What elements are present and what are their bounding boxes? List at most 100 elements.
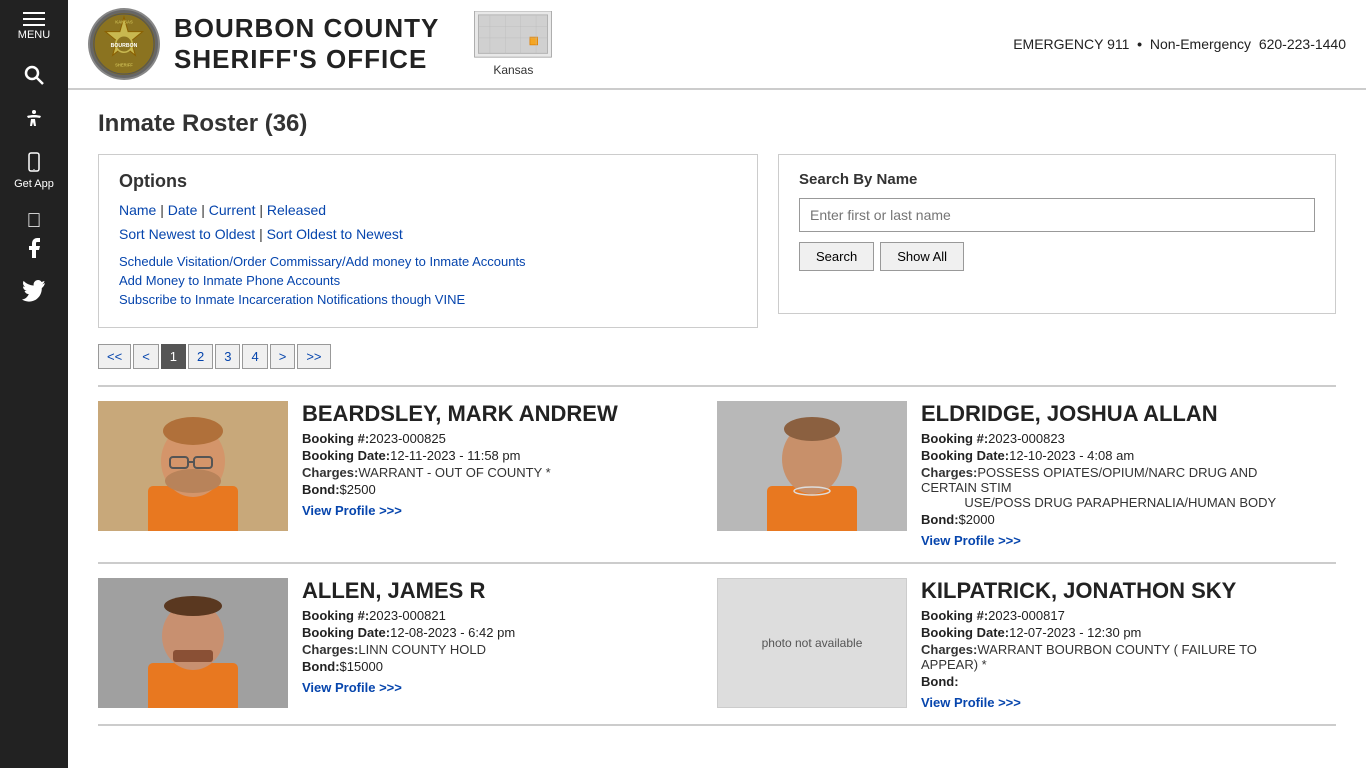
search-box: Search By Name Search Show All xyxy=(778,154,1336,314)
kansas-map-svg xyxy=(473,11,553,61)
booking-num-allen: Booking #:2023-000821 xyxy=(302,608,697,623)
inmate-photo-allen xyxy=(98,578,288,708)
view-profile-allen[interactable]: View Profile >>> xyxy=(302,680,402,695)
search-title: Search By Name xyxy=(799,171,1315,188)
sidebar: MENU Get App  xyxy=(0,0,68,768)
menu-button[interactable]: MENU xyxy=(0,0,68,53)
filter-date-link[interactable]: Date xyxy=(168,202,198,218)
charges-allen: Charges:LINN COUNTY HOLD xyxy=(302,642,697,657)
emergency-info: EMERGENCY 911 • Non-Emergency 620-223-14… xyxy=(1013,36,1346,52)
inmate-info-beardsley: BEARDSLEY, MARK ANDREW Booking #:2023-00… xyxy=(302,401,697,548)
accessibility-button[interactable] xyxy=(0,97,68,141)
inmate-info-allen: ALLEN, JAMES R Booking #:2023-000821 Boo… xyxy=(302,578,697,710)
booking-num-beardsley: Booking #:2023-000825 xyxy=(302,431,697,446)
search-input[interactable] xyxy=(799,198,1315,232)
charges-beardsley: Charges:WARRANT - OUT OF COUNTY * xyxy=(302,465,697,480)
hamburger-icon xyxy=(23,12,45,26)
twitter-button[interactable] xyxy=(0,270,68,314)
view-profile-kilpatrick[interactable]: View Profile >>> xyxy=(921,695,1021,710)
kansas-map: Kansas xyxy=(473,11,553,77)
header: BOURBON SHERIFF KANSAS BOURBON COUNTY SH… xyxy=(68,0,1366,90)
main-content: Inmate Roster (36) Options Name | Date |… xyxy=(68,90,1366,746)
nonemergency-phone: 620-223-1440 xyxy=(1259,36,1346,52)
inmate-mugshot-eldridge xyxy=(717,401,907,531)
next-page-btn[interactable]: > xyxy=(270,344,296,369)
get-app-label: Get App xyxy=(14,178,54,190)
nonemergency-label: Non-Emergency xyxy=(1150,36,1251,52)
bond-allen: Bond:$15000 xyxy=(302,659,697,674)
last-page-btn[interactable]: >> xyxy=(297,344,330,369)
agency-name-line2: SHERIFF'S OFFICE xyxy=(174,44,439,75)
page-3-btn[interactable]: 3 xyxy=(215,344,240,369)
twitter-icon xyxy=(22,280,46,304)
page-4-btn[interactable]: 4 xyxy=(242,344,267,369)
booking-num-eldridge: Booking #:2023-000823 xyxy=(921,431,1316,446)
sort-oldest-link[interactable]: Sort Oldest to Newest xyxy=(267,226,403,242)
sheriff-logo: BOURBON SHERIFF KANSAS xyxy=(88,8,160,80)
booking-date-allen: Booking Date:12-08-2023 - 6:42 pm xyxy=(302,625,697,640)
search-icon xyxy=(22,63,46,87)
bond-eldridge: Bond:$2000 xyxy=(921,512,1316,527)
view-profile-beardsley[interactable]: View Profile >>> xyxy=(302,503,402,518)
schedule-visitation-link[interactable]: Schedule Visitation/Order Commissary/Add… xyxy=(119,254,737,269)
sort-links: Sort Newest to Oldest | Sort Oldest to N… xyxy=(119,226,737,242)
page-2-btn[interactable]: 2 xyxy=(188,344,213,369)
filter-released-link[interactable]: Released xyxy=(267,202,326,218)
filter-name-link[interactable]: Name xyxy=(119,202,156,218)
facebook-button[interactable]:  xyxy=(0,200,68,270)
inmate-info-kilpatrick: KILPATRICK, JONATHON SKY Booking #:2023-… xyxy=(921,578,1316,710)
menu-label: MENU xyxy=(18,29,50,41)
inmate-photo-kilpatrick: photo not available xyxy=(717,578,907,708)
accessibility-icon xyxy=(22,107,46,131)
state-label: Kansas xyxy=(493,63,533,77)
booking-date-beardsley: Booking Date:12-11-2023 - 11:58 pm xyxy=(302,448,697,463)
inmate-photo-eldridge xyxy=(717,401,907,531)
svg-text:SHERIFF: SHERIFF xyxy=(115,63,133,68)
list-item: ALLEN, JAMES R Booking #:2023-000821 Boo… xyxy=(98,578,717,710)
first-page-btn[interactable]: << xyxy=(98,344,131,369)
booking-date-kilpatrick: Booking Date:12-07-2023 - 12:30 pm xyxy=(921,625,1316,640)
agency-name-line1: BOURBON COUNTY xyxy=(174,13,439,44)
search-button-submit[interactable]: Search xyxy=(799,242,874,271)
prev-page-btn[interactable]: < xyxy=(133,344,159,369)
header-left: BOURBON SHERIFF KANSAS BOURBON COUNTY SH… xyxy=(88,8,553,80)
phone-icon xyxy=(22,151,46,175)
bond-kilpatrick: Bond: xyxy=(921,674,1316,689)
booking-num-kilpatrick: Booking #:2023-000817 xyxy=(921,608,1316,623)
search-button[interactable] xyxy=(0,53,68,97)
options-title: Options xyxy=(119,171,737,192)
get-app-button[interactable]: Get App xyxy=(0,141,68,200)
page-title: Inmate Roster (36) xyxy=(98,110,1336,138)
list-item: photo not available KILPATRICK, JONATHON… xyxy=(717,578,1336,710)
page-1-btn[interactable]: 1 xyxy=(161,344,186,369)
inmate-mugshot-beardsley xyxy=(98,401,288,531)
booking-date-eldridge: Booking Date:12-10-2023 - 4:08 am xyxy=(921,448,1316,463)
view-profile-eldridge[interactable]: View Profile >>> xyxy=(921,533,1021,548)
inmate-name-kilpatrick: KILPATRICK, JONATHON SKY xyxy=(921,578,1316,604)
add-phone-money-link[interactable]: Add Money to Inmate Phone Accounts xyxy=(119,273,737,288)
table-row: BEARDSLEY, MARK ANDREW Booking #:2023-00… xyxy=(98,387,1336,564)
options-box: Options Name | Date | Current | Released… xyxy=(98,154,758,328)
filter-links: Name | Date | Current | Released xyxy=(119,202,737,218)
svg-text:BOURBON: BOURBON xyxy=(111,43,138,49)
svg-text:KANSAS: KANSAS xyxy=(115,19,133,24)
list-item: ELDRIDGE, JOSHUA ALLAN Booking #:2023-00… xyxy=(717,401,1336,548)
bond-beardsley: Bond:$2500 xyxy=(302,482,697,497)
inmate-info-eldridge: ELDRIDGE, JOSHUA ALLAN Booking #:2023-00… xyxy=(921,401,1316,548)
inmate-name-beardsley: BEARDSLEY, MARK ANDREW xyxy=(302,401,697,427)
facebook-icon:  xyxy=(27,210,42,233)
show-all-button[interactable]: Show All xyxy=(880,242,964,271)
vine-subscribe-link[interactable]: Subscribe to Inmate Incarceration Notifi… xyxy=(119,292,737,307)
filter-current-link[interactable]: Current xyxy=(209,202,256,218)
inmate-name-allen: ALLEN, JAMES R xyxy=(302,578,697,604)
list-item: BEARDSLEY, MARK ANDREW Booking #:2023-00… xyxy=(98,401,717,548)
inmate-list: BEARDSLEY, MARK ANDREW Booking #:2023-00… xyxy=(98,385,1336,726)
sort-newest-link[interactable]: Sort Newest to Oldest xyxy=(119,226,255,242)
inmate-mugshot-allen xyxy=(98,578,288,708)
inmate-photo-beardsley xyxy=(98,401,288,531)
photo-not-available-label: photo not available xyxy=(762,636,863,650)
search-buttons: Search Show All xyxy=(799,242,1315,271)
facebook-icon-svg xyxy=(22,236,46,260)
header-title: BOURBON COUNTY SHERIFF'S OFFICE xyxy=(174,13,439,75)
charges-eldridge: Charges:POSSESS OPIATES/OPIUM/NARC DRUG … xyxy=(921,465,1316,510)
